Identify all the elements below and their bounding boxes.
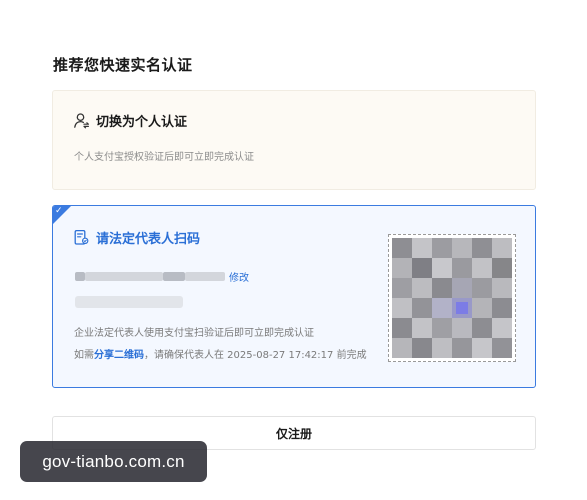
personal-option-title: 切换为个人认证 [96, 115, 188, 130]
legal-representative-option[interactable]: ✓ 请法定代表人扫码 修改 企业法定代表人使用支付宝扫验证后即可立即完成认证 如 [52, 205, 536, 388]
qr-code [388, 234, 516, 362]
edit-link[interactable]: 修改 [229, 269, 249, 284]
masked-text-segment [75, 272, 85, 281]
personal-option-description: 个人支付宝授权验证后即可立即完成认证 [74, 152, 254, 163]
page: 推荐您快速实名认证 切换为个人认证 个人支付宝授权验证后即可立即完成认证 ✓ 请… [0, 0, 587, 500]
masked-text-segment [163, 272, 185, 281]
check-icon: ✓ [55, 206, 63, 216]
share-suffix: ，请确保代表人在 2025-08-27 17:42:17 前完成 [144, 350, 367, 361]
share-qr-code-link[interactable]: 分享二维码 [94, 350, 144, 361]
masked-company-name: 修改 [75, 269, 249, 284]
legal-option-description: 企业法定代表人使用支付宝扫验证后即可立即完成认证 [74, 328, 314, 339]
personal-verification-option[interactable]: 切换为个人认证 个人支付宝授权验证后即可立即完成认证 [52, 90, 536, 190]
masked-text-segment [185, 272, 225, 281]
masked-text-segment [85, 272, 163, 281]
legal-option-header: 请法定代表人扫码 [73, 228, 200, 247]
watermark-badge: gov-tianbo.com.cn [20, 441, 207, 482]
share-qr-notice: 如需分享二维码，请确保代表人在 2025-08-27 17:42:17 前完成 [74, 346, 367, 361]
legal-option-title: 请法定代表人扫码 [96, 232, 201, 247]
user-switch-icon [73, 112, 90, 129]
personal-option-header: 切换为个人认证 [73, 111, 187, 130]
page-title: 推荐您快速实名认证 [53, 56, 193, 74]
document-scan-icon [73, 229, 90, 246]
qr-code-icon [392, 238, 512, 358]
share-prefix: 如需 [74, 350, 94, 361]
masked-representative-name [75, 296, 183, 308]
